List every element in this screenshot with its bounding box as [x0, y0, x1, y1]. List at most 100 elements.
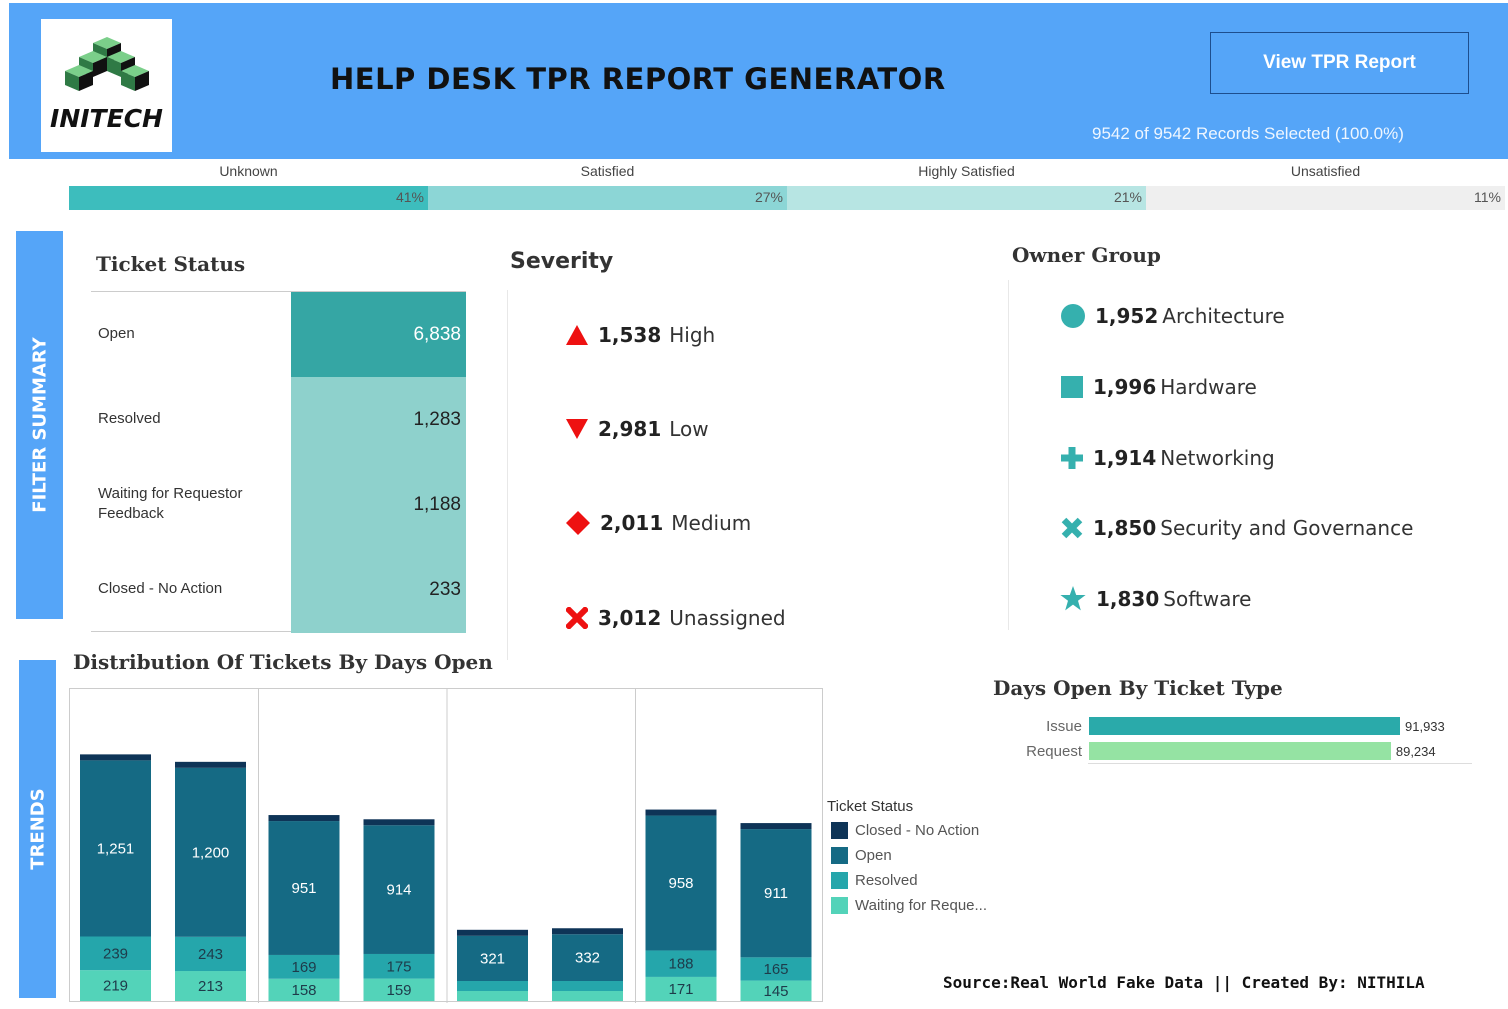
owner-group-value: 1,952 [1095, 304, 1159, 328]
bar-segment[interactable] [552, 928, 623, 935]
severity-label: Unassigned [669, 606, 786, 630]
footer-source: Source:Real World Fake Data || Created B… [943, 973, 1425, 992]
trends-label: TRENDS [27, 788, 48, 870]
ticket-status-row-waiting[interactable]: Waiting for Requestor Feedback 1,188 [91, 462, 466, 547]
severity-label: Medium [671, 511, 752, 535]
triangle-up-icon [566, 325, 588, 345]
legend-swatch [831, 847, 848, 864]
bar-segment[interactable] [175, 761, 246, 768]
ticket-status-row-closed[interactable]: Closed - No Action 233 [91, 547, 466, 633]
row-value-cell: 6,838 [291, 292, 466, 377]
satisfaction-pct: 11% [1474, 189, 1501, 205]
row-value-cell: 1,188 [291, 462, 466, 547]
bar-value-label: 169 [291, 959, 316, 976]
severity-label: Low [669, 417, 709, 441]
owner-group-item-networking[interactable]: 1,914 Networking [1061, 446, 1275, 470]
ticket-status-row-resolved[interactable]: Resolved 1,283 [91, 377, 466, 462]
legend-swatch [831, 872, 848, 889]
bar-segment[interactable] [740, 823, 812, 830]
row-value-cell: 1,283 [291, 377, 466, 462]
owner-group-value: 1,996 [1093, 375, 1157, 399]
satisfaction-segment[interactable]: 11% [1146, 186, 1505, 210]
severity-item-low[interactable]: 2,981 Low [566, 417, 709, 441]
satisfaction-segment[interactable]: 27% [428, 186, 787, 210]
bar-value-label: 914 [386, 882, 411, 899]
owner-group-label: Software [1163, 586, 1252, 611]
view-tpr-report-button[interactable]: View TPR Report [1210, 32, 1469, 94]
bar-value-label: 165 [763, 961, 788, 978]
satisfaction-pct: 21% [1113, 189, 1142, 205]
bar-segment[interactable] [80, 754, 151, 761]
filter-summary-tab[interactable]: FILTER SUMMARY [16, 231, 63, 619]
bar-segment[interactable] [552, 981, 623, 991]
ticket-type-value: 91,933 [1405, 719, 1445, 734]
legend-label: Resolved [855, 872, 918, 889]
legend-title: Ticket Status [827, 798, 914, 815]
legend-label: Open [855, 847, 892, 864]
ticket-status-row-open[interactable]: Open 6,838 [91, 292, 466, 377]
plus-icon [1061, 447, 1083, 469]
legend-item[interactable]: Closed - No Action [831, 822, 979, 839]
owner-group-value: 1,914 [1093, 446, 1157, 470]
trends-tab[interactable]: TRENDS [19, 660, 56, 998]
distribution-chart: 219 239 1,251 213 243 1,200 158 169 951 159 175 914… [69, 688, 823, 1003]
filter-summary-label: FILTER SUMMARY [29, 337, 50, 513]
row-label: Closed - No Action [98, 580, 223, 597]
row-value: 1,188 [413, 493, 461, 515]
satisfaction-label: Unsatisfied [1290, 163, 1361, 179]
bar-segment[interactable] [552, 991, 623, 1001]
row-value: 233 [429, 579, 461, 600]
owner-group-value: 1,850 [1093, 516, 1157, 540]
bar-segment[interactable] [457, 991, 528, 1001]
satisfaction-label: Unknown [219, 163, 278, 179]
row-label: Waiting for Requestor Feedback [98, 485, 243, 522]
bar-segment[interactable] [457, 981, 528, 991]
distribution-chart-svg: 219 239 1,251 213 243 1,200 158 169 951 159 175 914… [80, 689, 812, 1003]
bar-value-label: 158 [291, 982, 316, 999]
severity-item-medium[interactable]: 2,011 Medium [566, 511, 751, 535]
divider [507, 290, 508, 660]
severity-value: 2,011 [600, 511, 664, 535]
satisfaction-segment[interactable]: 41% [69, 186, 428, 210]
axis-line [1088, 763, 1472, 764]
severity-title: Severity [510, 249, 614, 274]
legend-swatch [831, 897, 848, 914]
logo-text: INITECH [50, 104, 163, 133]
bar-value-label: 188 [668, 956, 693, 973]
owner-group-label: Architecture [1162, 304, 1285, 328]
severity-item-unassigned[interactable]: 3,012 Unassigned [566, 606, 786, 630]
legend-item[interactable]: Resolved [831, 872, 918, 889]
divider [1008, 280, 1009, 630]
owner-group-item-hardware[interactable]: 1,996 Hardware [1061, 375, 1257, 399]
bar-value-label: 243 [198, 946, 223, 963]
severity-value: 2,981 [598, 417, 662, 441]
triangle-down-icon [566, 419, 588, 439]
owner-group-item-software[interactable]: 1,830 Software [1060, 586, 1251, 611]
owner-group-label: Hardware [1160, 375, 1257, 399]
severity-item-high[interactable]: 1,538 High [566, 323, 715, 347]
ticket-type-label: Issue [1046, 718, 1082, 735]
satisfaction-label: Satisfied [580, 163, 635, 179]
records-selected-text: 9542 of 9542 Records Selected (100.0%) [1092, 124, 1404, 143]
satisfaction-segment[interactable]: 21% [787, 186, 1146, 210]
bar-value-label: 958 [668, 875, 693, 892]
ticket-type-bar[interactable] [1089, 742, 1391, 760]
bar-segment[interactable] [268, 815, 340, 822]
bar-segment[interactable] [645, 809, 717, 816]
legend-item[interactable]: Open [831, 847, 892, 864]
legend-item[interactable]: Waiting for Reque... [831, 897, 987, 914]
company-logo: INITECH [41, 19, 172, 152]
satisfaction-label: Highly Satisfied [918, 163, 1015, 179]
row-value: 6,838 [413, 323, 461, 345]
bar-segment[interactable] [457, 929, 528, 936]
severity-value: 3,012 [598, 606, 662, 630]
square-icon [1061, 376, 1083, 398]
bar-value-label: 911 [764, 885, 788, 902]
ticket-type-bar[interactable] [1089, 717, 1400, 735]
owner-group-item-security[interactable]: 1,850 Security and Governance [1061, 516, 1413, 540]
distribution-title: Distribution Of Tickets By Days Open [73, 650, 493, 674]
star-icon [1060, 586, 1086, 611]
bar-segment[interactable] [363, 819, 435, 826]
bar-value-label: 213 [198, 978, 223, 995]
owner-group-item-architecture[interactable]: 1,952 Architecture [1061, 304, 1285, 328]
